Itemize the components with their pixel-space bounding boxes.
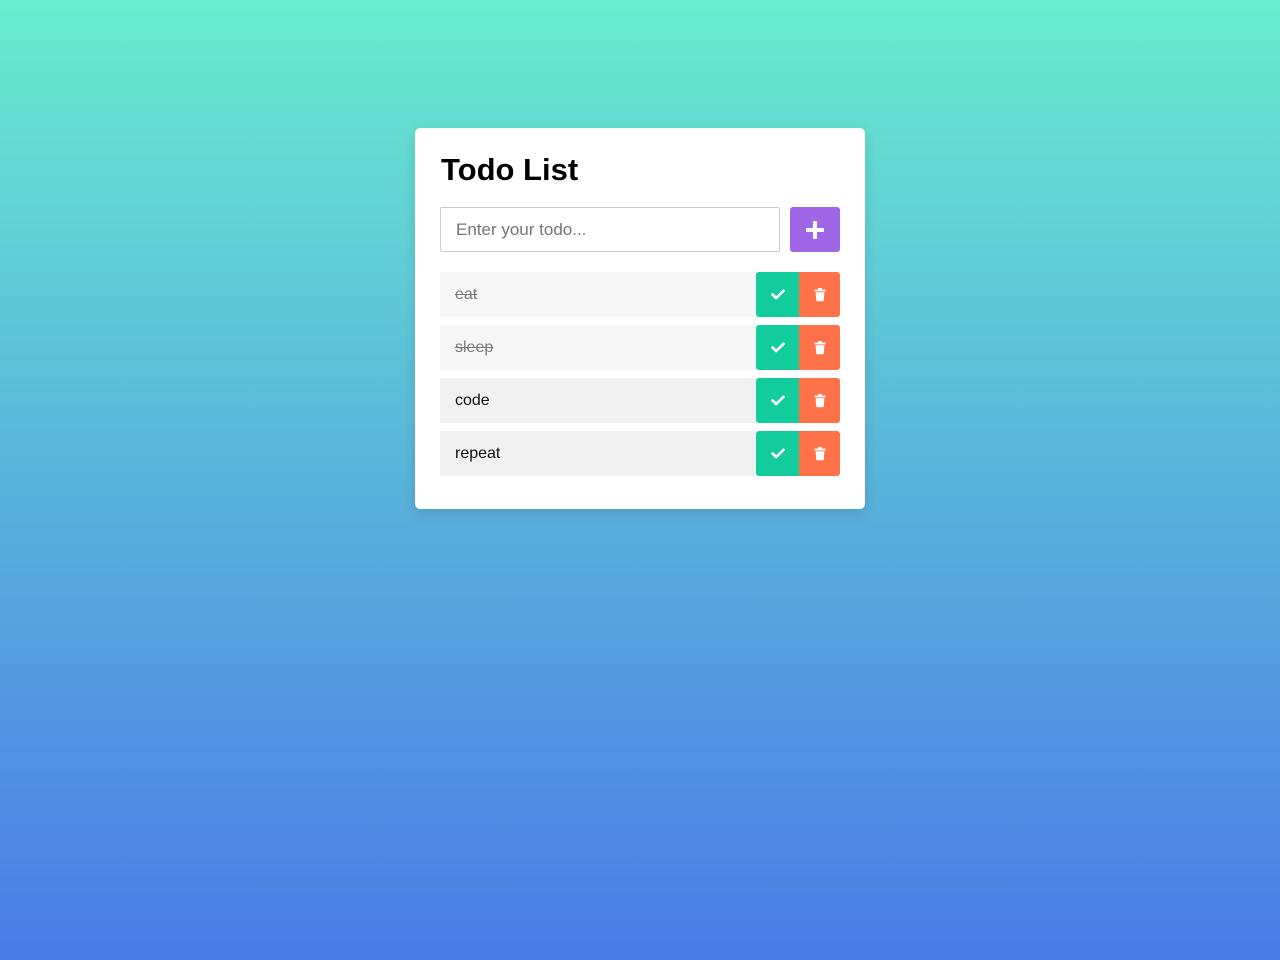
todo-item: code xyxy=(440,378,840,423)
delete-button[interactable] xyxy=(799,272,840,317)
todo-item: repeat xyxy=(440,431,840,476)
delete-button[interactable] xyxy=(799,431,840,476)
complete-button[interactable] xyxy=(756,325,799,370)
check-icon xyxy=(770,448,785,459)
todo-card: Todo List eat xyxy=(415,128,865,509)
todo-item-text: repeat xyxy=(440,431,756,476)
todo-item-text: code xyxy=(440,378,756,423)
todo-item: sleep xyxy=(440,325,840,370)
page-title: Todo List xyxy=(441,152,579,187)
delete-button[interactable] xyxy=(799,325,840,370)
todo-item-text: sleep xyxy=(440,325,756,370)
delete-button[interactable] xyxy=(799,378,840,423)
complete-button[interactable] xyxy=(756,431,799,476)
trash-icon xyxy=(814,287,825,301)
plus-icon xyxy=(806,220,824,239)
trash-icon xyxy=(814,340,825,354)
add-todo-row xyxy=(440,207,840,252)
todo-item: eat xyxy=(440,272,840,317)
complete-button[interactable] xyxy=(756,378,799,423)
todo-list: eat sleep code repeat xyxy=(440,272,840,484)
complete-button[interactable] xyxy=(756,272,799,317)
todo-item-text: eat xyxy=(440,272,756,317)
check-icon xyxy=(770,289,785,300)
add-todo-button[interactable] xyxy=(790,207,840,252)
check-icon xyxy=(770,342,785,353)
trash-icon xyxy=(814,446,825,460)
todo-input[interactable] xyxy=(440,207,780,252)
trash-icon xyxy=(814,393,825,407)
check-icon xyxy=(770,395,785,406)
